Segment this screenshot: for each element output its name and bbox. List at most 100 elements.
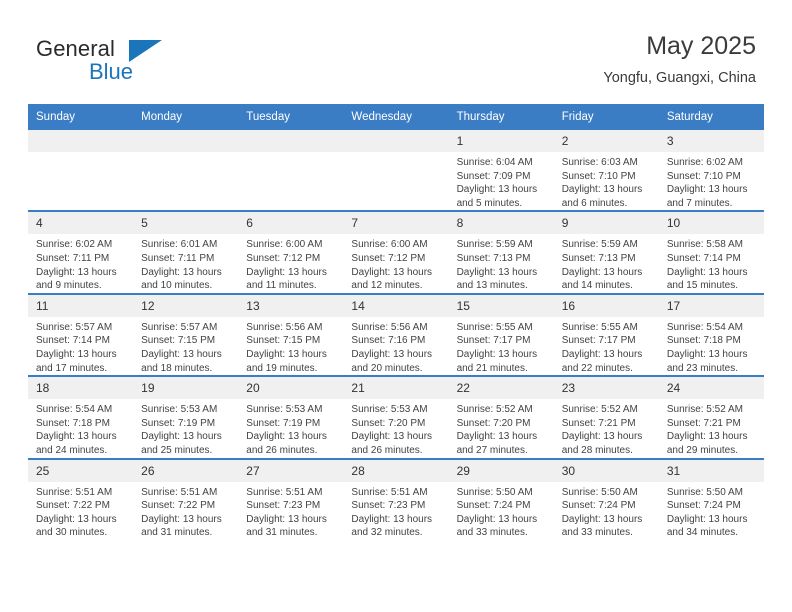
day-number: 31: [658, 459, 764, 482]
calendar-day-cell-inner: 19 Sunrise: 5:53 AM Sunset: 7:19 PM Dayligh…: [133, 377, 239, 457]
calendar-day-cell[interactable]: 12 Sunrise: 5:57 AM Sunset: 7:15 PM Dayligh…: [133, 292, 239, 377]
calendar-day-cell[interactable]: 21 Sunrise: 5:53 AM Sunset: 7:20 PM Dayligh…: [343, 375, 449, 459]
sunrise-text: Sunrise: 5:55 AM: [561, 321, 638, 333]
calendar-day-cell[interactable]: 19 Sunrise: 5:53 AM Sunset: 7:19 PM Dayligh…: [133, 375, 239, 459]
sunset-text: Sunset: 7:21 PM: [561, 417, 636, 429]
calendar-day-cell[interactable]: 28 Sunrise: 5:51 AM Sunset: 7:23 PM Dayligh…: [343, 457, 449, 540]
day-details: Sunrise: 5:57 AM Sunset: 7:15 PM Daylight:…: [133, 317, 238, 375]
day-number: 18: [28, 377, 134, 400]
sunset-text: Sunset: 7:24 PM: [666, 500, 741, 512]
day-details: Sunrise: 5:54 AM Sunset: 7:18 PM Daylight:…: [28, 399, 133, 457]
calendar-day-cell[interactable]: 15 Sunrise: 5:55 AM Sunset: 7:17 PM Dayligh…: [448, 292, 554, 377]
day-number: 9: [553, 212, 659, 235]
calendar-day-cell-inner: 8 Sunrise: 5:59 AM Sunset: 7:13 PM Daylight…: [448, 212, 554, 292]
daylight-text: Daylight: 13 hours and 12 minutes.: [351, 266, 433, 292]
calendar-day-cell-inner: 21 Sunrise: 5:53 AM Sunset: 7:20 PM Dayligh…: [343, 377, 449, 457]
calendar-day-cell[interactable]: 18 Sunrise: 5:54 AM Sunset: 7:18 PM Dayligh…: [28, 375, 134, 459]
calendar-day-cell[interactable]: 13 Sunrise: 5:56 AM Sunset: 7:15 PM Dayligh…: [238, 292, 344, 377]
day-details: Sunrise: 5:53 AM Sunset: 7:19 PM Daylight:…: [238, 399, 343, 457]
calendar-day-cell[interactable]: 24 Sunrise: 5:52 AM Sunset: 7:21 PM Dayligh…: [658, 375, 764, 459]
sunrise-text: Sunrise: 5:51 AM: [351, 486, 428, 498]
calendar-day-cell[interactable]: 7 Sunrise: 6:00 AM Sunset: 7:12 PM Daylight…: [343, 210, 449, 294]
calendar-day-cell[interactable]: 31 Sunrise: 5:50 AM Sunset: 7:24 PM Dayligh…: [658, 457, 764, 540]
day-details: Sunrise: 6:02 AM Sunset: 7:11 PM Daylight:…: [28, 234, 133, 292]
sunrise-text: Sunrise: 6:00 AM: [351, 239, 428, 251]
day-number: 8: [448, 212, 554, 235]
sunrise-text: Sunrise: 6:04 AM: [456, 157, 533, 168]
sunset-text: Sunset: 7:24 PM: [561, 500, 636, 512]
calendar-header-row-group: Sunday Monday Tuesday Wednesday Thursday…: [28, 104, 764, 130]
calendar-day-cell[interactable]: 27 Sunrise: 5:51 AM Sunset: 7:23 PM Dayligh…: [238, 457, 344, 540]
sunrise-text: Sunrise: 5:52 AM: [561, 404, 638, 416]
sunset-text: Sunset: 7:24 PM: [456, 500, 531, 512]
day-details: Sunrise: 6:00 AM Sunset: 7:12 PM Daylight:…: [238, 234, 343, 292]
day-number: 3: [658, 130, 764, 152]
sunset-text: Sunset: 7:10 PM: [666, 170, 741, 182]
sunset-text: Sunset: 7:14 PM: [666, 252, 741, 264]
calendar-day-cell[interactable]: 26 Sunrise: 5:51 AM Sunset: 7:22 PM Dayligh…: [133, 457, 239, 540]
sunrise-text: Sunrise: 5:54 AM: [36, 404, 113, 416]
day-details: Sunrise: 5:51 AM Sunset: 7:23 PM Daylight:…: [343, 482, 448, 540]
calendar-day-cell[interactable]: 5 Sunrise: 6:01 AM Sunset: 7:11 PM Daylight…: [133, 210, 239, 294]
calendar-day-cell[interactable]: 3 Sunrise: 6:02 AM Sunset: 7:10 PM Daylight…: [658, 130, 764, 212]
day-details: Sunrise: 5:59 AM Sunset: 7:13 PM Daylight:…: [449, 234, 554, 292]
day-number: 1: [448, 130, 554, 152]
day-details: Sunrise: 5:52 AM Sunset: 7:21 PM Daylight:…: [659, 399, 764, 457]
daylight-text: Daylight: 13 hours and 14 minutes.: [561, 266, 643, 292]
calendar-day-cell[interactable]: 10 Sunrise: 5:58 AM Sunset: 7:14 PM Dayligh…: [658, 210, 764, 294]
calendar-day-cell-inner: 14 Sunrise: 5:56 AM Sunset: 7:16 PM Dayligh…: [343, 294, 449, 375]
day-number: 10: [658, 212, 764, 235]
page-subtitle: Yongfu, Guangxi, China: [603, 70, 756, 86]
calendar-day-cell[interactable]: 1 Sunrise: 6:04 AM Sunset: 7:09 PM Daylight…: [448, 130, 554, 212]
calendar-day-cell-inner: 15 Sunrise: 5:55 AM Sunset: 7:17 PM Dayligh…: [448, 294, 554, 375]
daylight-text: Daylight: 13 hours and 33 minutes.: [561, 513, 643, 539]
day-number: 20: [238, 377, 344, 400]
sunset-text: Sunset: 7:14 PM: [36, 335, 110, 347]
calendar-day-cell[interactable]: 22 Sunrise: 5:52 AM Sunset: 7:20 PM Dayligh…: [448, 375, 554, 459]
calendar-day-cell[interactable]: 30 Sunrise: 5:50 AM Sunset: 7:24 PM Dayligh…: [553, 457, 659, 540]
calendar-day-cell[interactable]: 16 Sunrise: 5:55 AM Sunset: 7:17 PM Dayligh…: [553, 292, 659, 377]
daylight-text: Daylight: 13 hours and 19 minutes.: [246, 348, 327, 374]
calendar-day-cell[interactable]: 25 Sunrise: 5:51 AM Sunset: 7:22 PM Dayligh…: [28, 457, 134, 540]
day-number: [28, 130, 134, 152]
day-details: Sunrise: 6:02 AM Sunset: 7:10 PM Daylight:…: [659, 152, 764, 210]
day-details: Sunrise: 5:52 AM Sunset: 7:21 PM Daylight:…: [554, 399, 659, 457]
calendar-day-cell[interactable]: 20 Sunrise: 5:53 AM Sunset: 7:19 PM Dayligh…: [238, 375, 344, 459]
calendar-day-cell-inner: 13 Sunrise: 5:56 AM Sunset: 7:15 PM Dayligh…: [238, 294, 344, 375]
sunset-text: Sunset: 7:23 PM: [351, 500, 426, 512]
sunset-text: Sunset: 7:18 PM: [36, 417, 110, 429]
sunrise-text: Sunrise: 6:02 AM: [36, 239, 113, 251]
sunset-text: Sunset: 7:12 PM: [246, 252, 321, 264]
day-details: Sunrise: 5:56 AM Sunset: 7:16 PM Daylight:…: [343, 317, 448, 375]
calendar-day-cell[interactable]: 6 Sunrise: 6:00 AM Sunset: 7:12 PM Daylight…: [238, 210, 344, 294]
day-details: Sunrise: 5:51 AM Sunset: 7:23 PM Daylight:…: [238, 482, 343, 540]
calendar-day-cell-inner: 20 Sunrise: 5:53 AM Sunset: 7:19 PM Dayligh…: [238, 377, 344, 457]
calendar-day-cell[interactable]: 23 Sunrise: 5:52 AM Sunset: 7:21 PM Dayligh…: [553, 375, 659, 459]
calendar-day-cell-inner: 27 Sunrise: 5:51 AM Sunset: 7:23 PM Dayligh…: [238, 459, 344, 540]
daylight-text: Daylight: 13 hours and 15 minutes.: [666, 266, 748, 292]
calendar-day-cell[interactable]: 14 Sunrise: 5:56 AM Sunset: 7:16 PM Dayligh…: [343, 292, 449, 377]
calendar-day-cell-inner: 9 Sunrise: 5:59 AM Sunset: 7:13 PM Daylight…: [553, 212, 659, 292]
calendar-day-cell-inner: 1 Sunrise: 6:04 AM Sunset: 7:09 PM Daylight…: [448, 130, 554, 210]
brand-logo[interactable]: General Blue: [36, 36, 236, 88]
calendar-day-cell[interactable]: 17 Sunrise: 5:54 AM Sunset: 7:18 PM Dayligh…: [658, 292, 764, 377]
calendar-day-cell[interactable]: 9 Sunrise: 5:59 AM Sunset: 7:13 PM Daylight…: [553, 210, 659, 294]
day-number: 29: [448, 459, 554, 482]
calendar-day-cell-inner: [28, 130, 134, 210]
day-number: 24: [658, 377, 764, 400]
calendar-day-cell-empty: [238, 130, 344, 212]
weekday-header-tuesday: Tuesday: [238, 104, 344, 130]
calendar-day-cell[interactable]: 4 Sunrise: 6:02 AM Sunset: 7:11 PM Daylight…: [28, 210, 134, 294]
calendar-day-cell[interactable]: 2 Sunrise: 6:03 AM Sunset: 7:10 PM Daylight…: [553, 130, 659, 212]
weekday-header-sunday: Sunday: [28, 104, 134, 130]
day-number: [133, 130, 239, 152]
calendar-day-cell-inner: 25 Sunrise: 5:51 AM Sunset: 7:22 PM Dayligh…: [28, 459, 134, 540]
calendar-day-cell-empty: [133, 130, 239, 212]
calendar-day-cell[interactable]: 11 Sunrise: 5:57 AM Sunset: 7:14 PM Dayligh…: [28, 292, 134, 377]
sunset-text: Sunset: 7:22 PM: [141, 500, 216, 512]
calendar-day-cell[interactable]: 8 Sunrise: 5:59 AM Sunset: 7:13 PM Daylight…: [448, 210, 554, 294]
calendar-week-row: 18 Sunrise: 5:54 AM Sunset: 7:18 PM Dayligh…: [28, 375, 764, 459]
calendar-day-cell[interactable]: 29 Sunrise: 5:50 AM Sunset: 7:24 PM Dayligh…: [448, 457, 554, 540]
calendar-day-cell-inner: 28 Sunrise: 5:51 AM Sunset: 7:23 PM Dayligh…: [343, 459, 449, 540]
weekday-header-friday: Friday: [553, 104, 659, 130]
